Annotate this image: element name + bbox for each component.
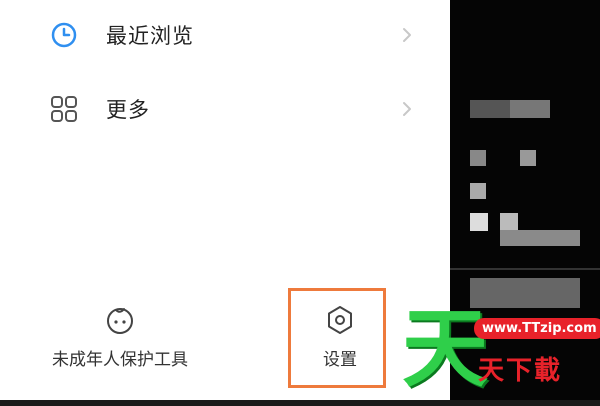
watermark-logo: 天	[402, 299, 488, 399]
watermark-text: 天下載	[478, 356, 563, 386]
settings-button[interactable]: 设置	[300, 305, 380, 370]
watermark-url: www.TTzip.com	[474, 318, 600, 339]
menu-item-label: 更多	[106, 98, 150, 122]
settings-label: 设置	[323, 350, 357, 370]
child-face-icon	[107, 308, 133, 334]
side-drawer: 最近浏览 更多 未成年人保护工具 设置	[0, 0, 450, 400]
menu-item-more[interactable]: 更多	[0, 79, 450, 139]
settings-hexagon-icon	[328, 306, 352, 334]
minor-protection-button[interactable]: 未成年人保护工具	[44, 305, 196, 370]
grid-icon	[51, 96, 77, 122]
minor-protection-label: 未成年人保护工具	[52, 350, 188, 370]
menu-item-recent[interactable]: 最近浏览	[0, 5, 450, 65]
clock-icon	[51, 22, 77, 48]
chevron-right-icon	[403, 28, 411, 42]
menu-item-label: 最近浏览	[106, 24, 194, 48]
bottom-edge	[0, 400, 600, 406]
chevron-right-icon	[403, 102, 411, 116]
